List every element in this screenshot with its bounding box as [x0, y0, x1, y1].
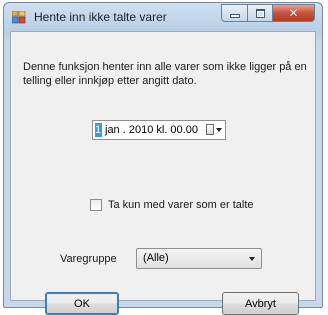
- date-time-picker[interactable]: 1 jan . 2010 kl. 00.00: [92, 120, 226, 140]
- description-text: Denne funksjon henter inn alle varer som…: [23, 61, 307, 87]
- dialog-window: Hente inn ikke talte varer ✕ Denne funks…: [3, 2, 323, 315]
- chevron-down-icon: [216, 128, 222, 132]
- maximize-icon: [255, 8, 265, 18]
- caption-buttons: ✕: [221, 4, 315, 22]
- minimize-icon: [229, 14, 240, 18]
- product-group-select[interactable]: (Alle): [136, 248, 262, 269]
- dialog-body: Denne funksjon henter inn alle varer som…: [10, 31, 316, 315]
- maximize-button[interactable]: [247, 4, 272, 22]
- only-counted-option[interactable]: Ta kun med varer som er talte: [90, 198, 254, 212]
- window-title: Hente inn ikke talte varer: [34, 10, 167, 24]
- minimize-button[interactable]: [221, 4, 247, 22]
- close-icon: ✕: [288, 6, 299, 20]
- chevron-down-icon: [249, 257, 255, 261]
- date-value: jan . 2010 kl. 00.00: [105, 124, 198, 136]
- title-bar[interactable]: Hente inn ikke talte varer ✕: [4, 3, 322, 31]
- grid-app-icon: [12, 11, 26, 24]
- product-group-value: (Alle): [143, 252, 169, 264]
- calendar-dropdown-button[interactable]: [205, 123, 223, 137]
- only-counted-label[interactable]: Ta kun med varer som er talte: [108, 199, 254, 211]
- date-day-field[interactable]: 1: [95, 123, 102, 137]
- close-button[interactable]: ✕: [272, 4, 315, 22]
- calendar-icon: [206, 124, 214, 135]
- product-group-label: Varegruppe: [60, 253, 117, 265]
- only-counted-checkbox[interactable]: [90, 199, 102, 211]
